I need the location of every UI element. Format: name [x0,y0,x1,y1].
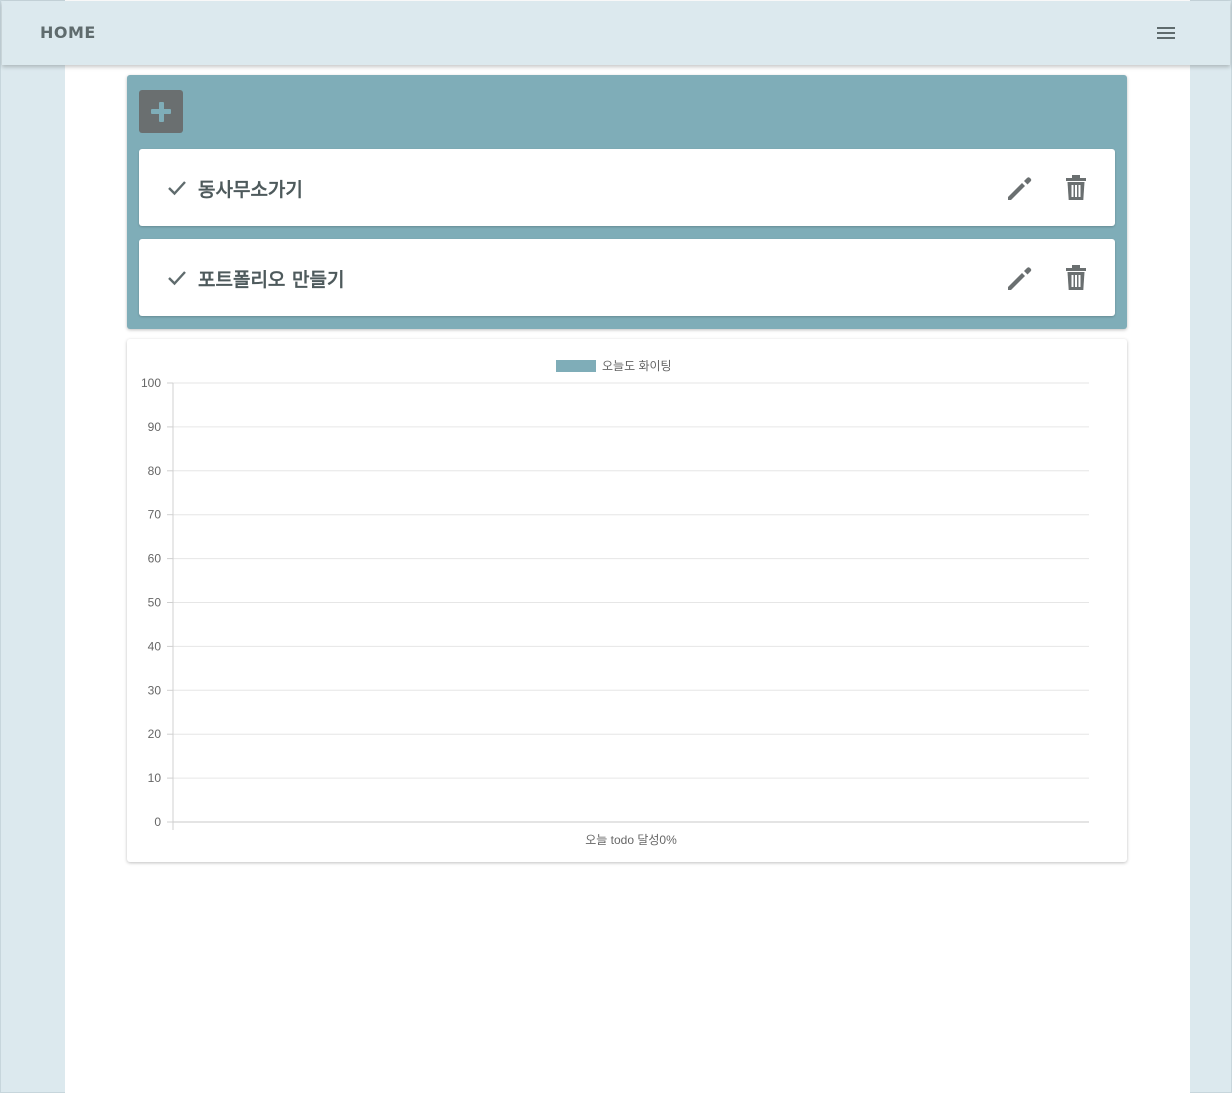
trash-icon[interactable] [1061,263,1091,293]
check-icon[interactable] [167,269,187,287]
y-tick-label: 100 [141,376,161,390]
todo-item: 동사무소가기 [139,149,1115,226]
pencil-icon[interactable] [1005,173,1035,203]
todo-text: 포트폴리오 만들기 [198,269,345,291]
y-tick-label: 30 [148,683,162,697]
progress-chart-card: 0 10 20 30 40 50 60 70 80 90 100 오늘 todo 달성0% 오늘도 화이… [127,339,1127,862]
y-tick-label: 40 [148,639,162,653]
app-bar: HOME [2,1,1230,65]
legend-label: 오늘도 화이팅 [602,359,672,373]
add-todo-button[interactable] [139,90,183,133]
check-icon[interactable] [167,179,187,197]
y-tick-label: 50 [148,596,162,610]
menu-icon[interactable] [1152,21,1180,47]
y-tick-label: 10 [148,771,162,785]
pencil-icon[interactable] [1005,263,1035,293]
y-tick-label: 0 [154,815,161,829]
todo-text: 동사무소가기 [198,179,303,201]
x-tick-label: 오늘 todo 달성0% [585,833,677,847]
y-tick-label: 80 [148,464,162,478]
progress-chart: 0 10 20 30 40 50 60 70 80 90 100 오늘 todo 달성0% 오늘도 화이… [141,359,1089,847]
y-tick-label: 20 [148,727,162,741]
todo-panel: 동사무소가기 포트폴리오 만들기 [127,75,1127,329]
todo-item: 포트폴리오 만들기 [139,239,1115,316]
legend-swatch [556,360,596,372]
y-tick-label: 70 [148,508,162,522]
home-title[interactable]: HOME [40,23,96,42]
y-tick-label: 60 [148,552,162,566]
trash-icon[interactable] [1061,173,1091,203]
y-tick-label: 90 [148,420,162,434]
